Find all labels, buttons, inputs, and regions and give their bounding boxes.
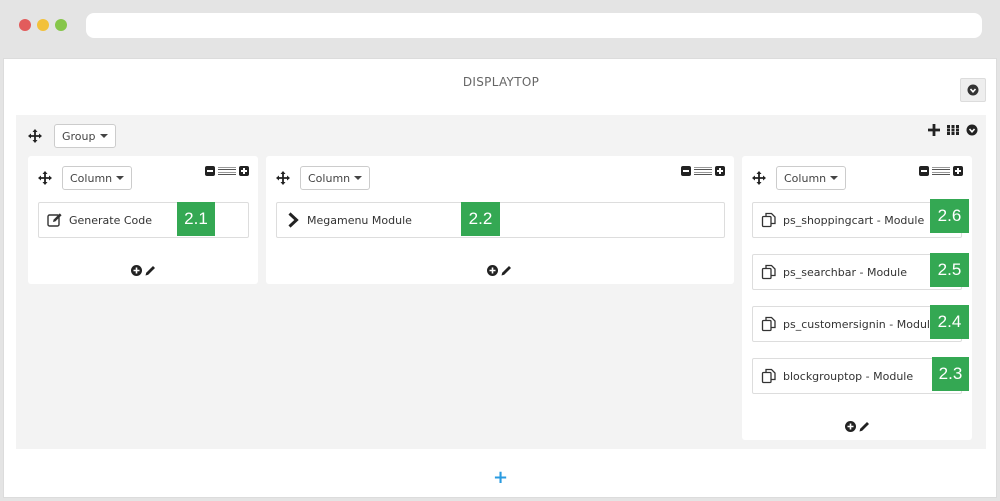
grid-layout-button[interactable] — [947, 124, 959, 136]
caret-down-icon — [116, 176, 125, 180]
add-group-button[interactable]: + — [493, 469, 508, 487]
module-label: ps_customersignin - Module — [783, 317, 937, 331]
module-label: blockgrouptop - Module — [783, 369, 914, 383]
close-window-button[interactable] — [19, 19, 31, 31]
caret-down-icon — [830, 176, 839, 180]
column-move-icon[interactable] — [276, 171, 290, 185]
increase-width-button[interactable] — [239, 166, 249, 176]
pencil-icon[interactable] — [859, 421, 870, 432]
caret-down-icon — [354, 176, 363, 180]
column-1: Column Generate Code 2.1 — [28, 156, 258, 284]
module-generate-code[interactable]: Generate Code — [38, 202, 249, 238]
module-badge: 2.3 — [932, 357, 969, 391]
copy-icon — [761, 368, 777, 384]
column-dropdown-label: Column — [784, 171, 827, 185]
hook-title: DISPLAYTOP — [462, 75, 540, 89]
column-width-controls — [919, 166, 963, 176]
column-dropdown[interactable]: Column — [62, 166, 133, 190]
module-label: ps_shoppingcart - Module — [783, 213, 925, 227]
group-move-icon[interactable] — [28, 129, 42, 143]
add-module-icon[interactable] — [845, 421, 856, 432]
group-dropdown[interactable]: Group — [54, 124, 116, 148]
column-dropdown-label: Column — [70, 171, 113, 185]
width-indicator-icon — [694, 167, 712, 175]
module-badge: 2.6 — [930, 199, 969, 233]
add-module-icon[interactable] — [131, 265, 142, 276]
column-footer — [131, 265, 156, 276]
group-dropdown-label: Group — [62, 129, 96, 143]
decrease-width-button[interactable] — [205, 166, 215, 176]
module-label: Generate Code — [69, 213, 153, 227]
column-footer — [845, 421, 870, 432]
group-container: Group Column Generate Code 2.1 Column Me… — [16, 115, 986, 449]
group-toolbar — [928, 124, 978, 136]
copy-icon — [761, 212, 777, 228]
column-footer — [487, 265, 512, 276]
column-dropdown[interactable]: Column — [776, 166, 847, 190]
pencil-icon[interactable] — [501, 265, 512, 276]
module-blockgrouptop[interactable]: blockgrouptop - Module — [752, 358, 962, 394]
add-column-button[interactable] — [928, 124, 940, 136]
maximize-window-button[interactable] — [55, 19, 67, 31]
group-collapse-button[interactable] — [966, 124, 978, 136]
decrease-width-button[interactable] — [681, 166, 691, 176]
add-module-icon[interactable] — [487, 265, 498, 276]
column-move-icon[interactable] — [38, 171, 52, 185]
circle-arrow-down-icon — [967, 84, 979, 96]
column-move-icon[interactable] — [752, 171, 766, 185]
plus-icon — [928, 124, 940, 136]
address-bar[interactable] — [86, 13, 982, 38]
column-3: Column ps_shoppingcart - Module 2.6 ps_s… — [742, 156, 972, 440]
module-label: ps_searchbar - Module — [783, 265, 907, 279]
column-dropdown[interactable]: Column — [300, 166, 371, 190]
circle-arrow-down-icon — [966, 124, 978, 136]
caret-down-icon — [99, 134, 108, 138]
column-dropdown-label: Column — [308, 171, 351, 185]
module-badge: 2.2 — [461, 202, 500, 236]
module-badge: 2.5 — [930, 253, 969, 287]
edit-icon — [47, 212, 63, 228]
column-width-controls — [205, 166, 249, 176]
minimize-window-button[interactable] — [37, 19, 49, 31]
module-label: Megamenu Module — [307, 213, 412, 227]
copy-icon — [761, 264, 777, 280]
increase-width-button[interactable] — [715, 166, 725, 176]
decrease-width-button[interactable] — [919, 166, 929, 176]
hook-toggle-button[interactable] — [960, 78, 986, 102]
pencil-icon[interactable] — [145, 265, 156, 276]
column-width-controls — [681, 166, 725, 176]
page-canvas: DISPLAYTOP Group Column Generate Code 2.… — [3, 58, 997, 498]
width-indicator-icon — [218, 167, 236, 175]
grid-icon — [947, 125, 959, 135]
chevron-right-icon — [285, 212, 301, 228]
width-indicator-icon — [932, 167, 950, 175]
browser-chrome — [0, 0, 1000, 52]
module-badge: 2.4 — [930, 305, 969, 339]
module-megamenu[interactable]: Megamenu Module — [276, 202, 725, 238]
copy-icon — [761, 316, 777, 332]
module-badge: 2.1 — [177, 202, 215, 236]
increase-width-button[interactable] — [953, 166, 963, 176]
column-2: Column Megamenu Module 2.2 — [266, 156, 734, 284]
